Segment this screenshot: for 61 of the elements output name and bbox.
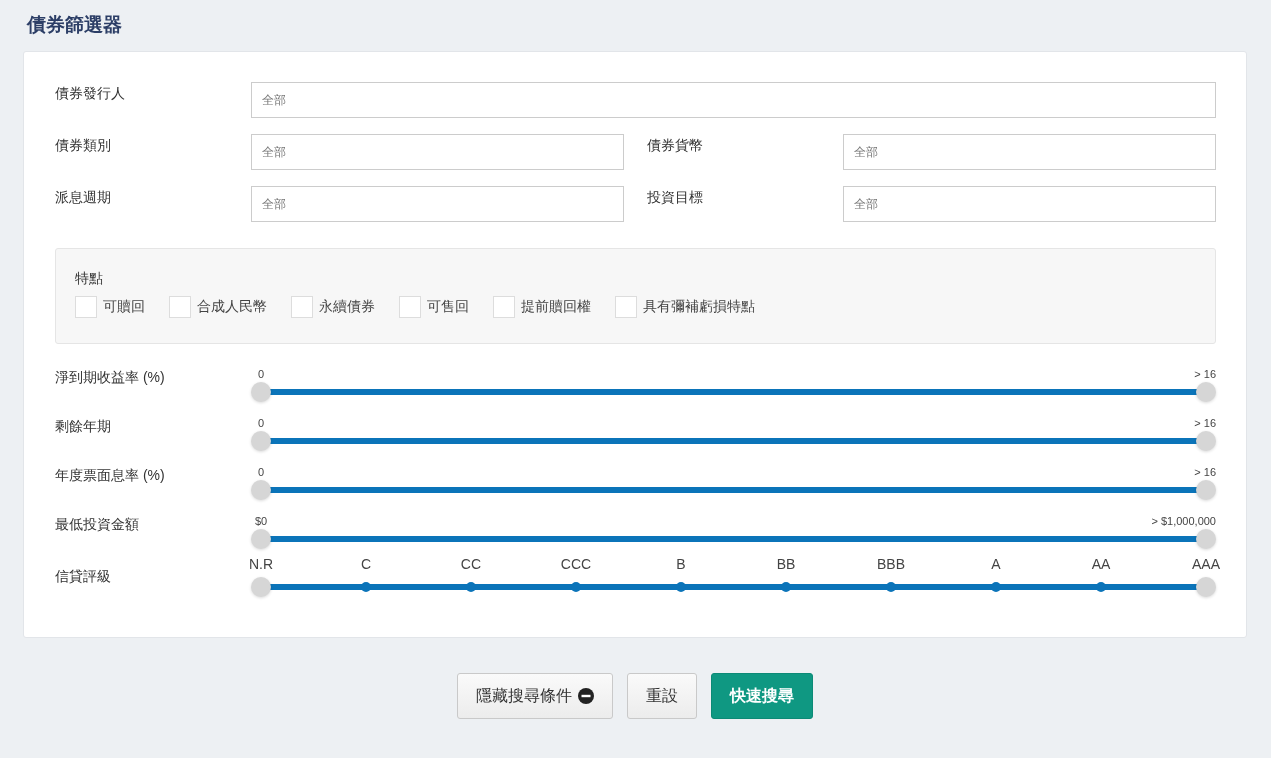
slider-handle[interactable]	[251, 431, 271, 451]
slider-handle[interactable]	[1196, 577, 1216, 597]
slider-max-label: > 16	[1194, 416, 1216, 430]
slider-max-label: > $1,000,000	[1151, 514, 1216, 528]
checkbox[interactable]	[493, 296, 515, 318]
rating-tick-label: BBB	[877, 555, 905, 574]
checkbox[interactable]	[291, 296, 313, 318]
input-field[interactable]: 全部	[843, 134, 1216, 170]
slider-min-label: 0	[257, 465, 265, 479]
rating-tick-label: AA	[1091, 555, 1111, 574]
slider-handle[interactable]	[251, 577, 271, 597]
search-button[interactable]: 快速搜尋	[711, 673, 813, 719]
checkbox-label[interactable]: 永續債券	[319, 298, 375, 316]
slider-label: 淨到期收益率 (%)	[55, 368, 166, 387]
slider-handle[interactable]	[251, 480, 271, 500]
checkbox[interactable]	[399, 296, 421, 318]
field-label: 債券貨幣	[647, 136, 704, 155]
slider-handle[interactable]	[251, 529, 271, 549]
rating-tick-label: C	[360, 555, 372, 574]
slider-handle[interactable]	[1196, 480, 1216, 500]
input-field[interactable]: 全部	[251, 186, 624, 222]
checkbox-label[interactable]: 可贖回	[103, 298, 145, 316]
slider-label: 信貸評級	[55, 567, 112, 586]
checkbox[interactable]	[615, 296, 637, 318]
checkbox-label[interactable]: 可售回	[427, 298, 469, 316]
slider-label: 剩餘年期	[55, 417, 112, 436]
slider-max-label: > 16	[1194, 465, 1216, 479]
rating-tick-label: A	[991, 555, 1001, 574]
features-title: 特點	[75, 270, 103, 288]
checkbox-label[interactable]: 具有彌補虧損特點	[643, 298, 755, 316]
slider-handle[interactable]	[1196, 382, 1216, 402]
hide-filters-button[interactable]: 隱藏搜尋條件	[457, 673, 613, 719]
rating-tick-label: CCC	[560, 555, 592, 574]
rating-tick-label: N.R	[248, 555, 274, 574]
reset-button[interactable]: 重設	[627, 673, 697, 719]
checkbox[interactable]	[75, 296, 97, 318]
slider-handle[interactable]	[1196, 529, 1216, 549]
rating-tick-label: CC	[460, 555, 482, 574]
rating-tick-label: AAA	[1192, 555, 1220, 574]
slider-handle[interactable]	[1196, 431, 1216, 451]
slider-label: 最低投資金額	[55, 515, 140, 534]
rating-tick-label: BB	[776, 555, 796, 574]
field-label: 投資目標	[647, 188, 704, 207]
rating-tick-label: B	[676, 555, 686, 574]
input-field[interactable]: 全部	[251, 82, 1216, 118]
slider-handle[interactable]	[251, 382, 271, 402]
field-label: 債券發行人	[55, 84, 126, 103]
slider-min-label: $0	[254, 514, 268, 528]
input-field[interactable]: 全部	[843, 186, 1216, 222]
checkbox-label[interactable]: 提前贖回權	[521, 298, 591, 316]
input-field[interactable]: 全部	[251, 134, 624, 170]
minus-circle-icon	[578, 688, 594, 704]
slider-min-label: 0	[257, 367, 265, 381]
slider-max-label: > 16	[1194, 367, 1216, 381]
page-title: 債券篩選器	[27, 13, 123, 37]
field-label: 債券類別	[55, 136, 112, 155]
checkbox[interactable]	[169, 296, 191, 318]
field-label: 派息週期	[55, 188, 112, 207]
checkbox-label[interactable]: 合成人民幣	[197, 298, 267, 316]
slider-min-label: 0	[257, 416, 265, 430]
slider-label: 年度票面息率 (%)	[55, 466, 166, 485]
